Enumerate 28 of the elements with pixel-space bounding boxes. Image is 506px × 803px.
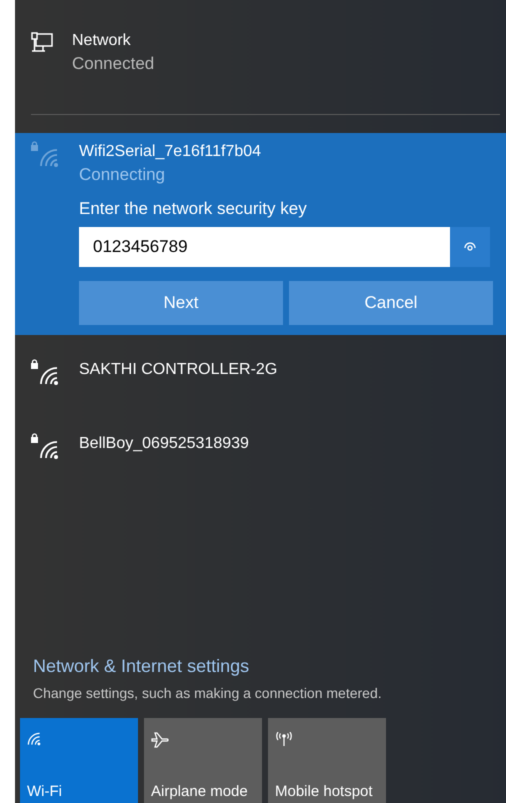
network-name: Wifi2Serial_7e16f11f7b04 (79, 142, 262, 162)
settings-link[interactable]: Network & Internet settings (33, 654, 506, 678)
secured-wifi-icon (30, 433, 58, 459)
wifi-icon (27, 732, 41, 746)
secured-wifi-icon (30, 359, 58, 385)
network-item[interactable]: BellBoy_069525318939 (15, 409, 506, 483)
computer-icon (31, 32, 53, 54)
connection-status: Connected (72, 53, 154, 75)
eye-icon (464, 242, 476, 252)
network-name: Network (72, 31, 132, 51)
tile-label: Wi-Fi (27, 782, 63, 801)
hotspot-icon (275, 732, 293, 746)
secured-wifi-icon (30, 141, 58, 167)
network-item[interactable]: Wifi2Serial_7e16f11f7b04 Connecting Enter the network security key 0123456789 Next Cancel (15, 133, 506, 335)
network-name: SAKTHI CONTROLLER-2G (79, 360, 278, 380)
network-item[interactable]: SAKTHI CONTROLLER-2G (15, 335, 506, 409)
airplane-icon (151, 732, 169, 748)
settings-description: Change settings, such as making a connection metered. (33, 684, 383, 702)
password-field[interactable]: 0123456789 (79, 227, 450, 267)
prompt-label: Enter the network security key (79, 198, 308, 220)
tile-label: Mobile hotspot (275, 782, 374, 801)
quick-action-tile[interactable]: Airplane mode (144, 718, 262, 803)
network-name: BellBoy_069525318939 (79, 434, 249, 454)
quick-action-tile[interactable]: Mobile hotspot (268, 718, 386, 803)
tile-label: Airplane mode (151, 782, 249, 801)
connection-status: Connecting (79, 164, 166, 186)
reveal-password-button[interactable] (450, 227, 490, 267)
quick-action-tile[interactable]: Wi-Fi (20, 718, 138, 803)
